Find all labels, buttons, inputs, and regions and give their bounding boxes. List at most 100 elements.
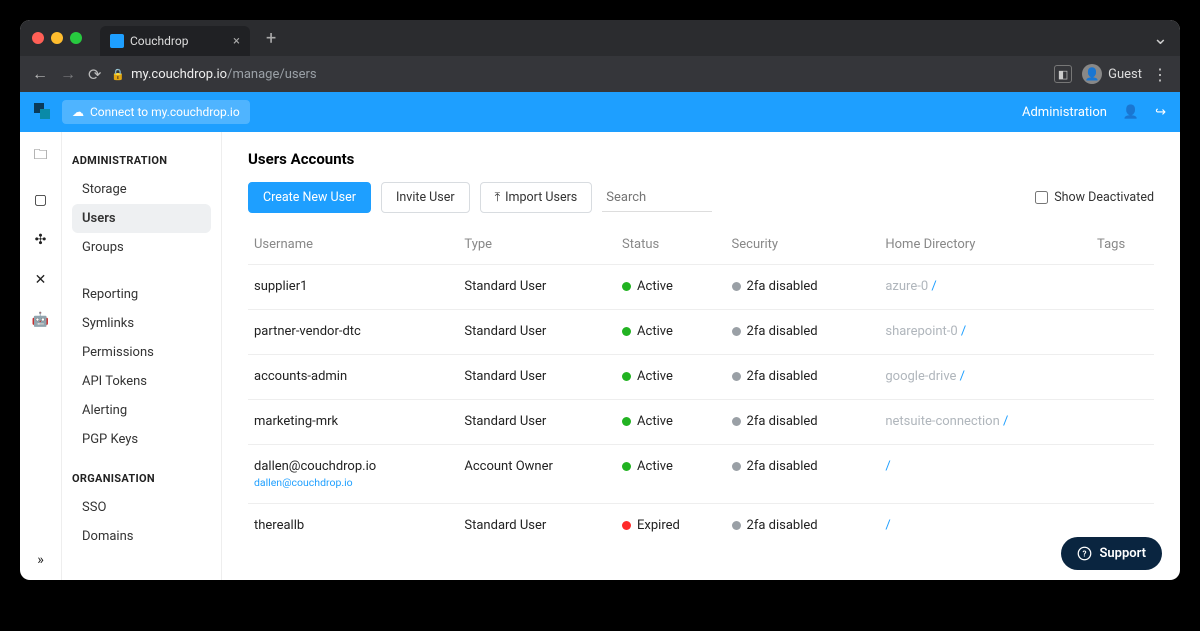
sidebar-item-storage[interactable]: Storage	[72, 175, 211, 204]
table-row[interactable]: partner-vendor-dtcStandard UserActive2fa…	[248, 310, 1154, 355]
minimize-window-button[interactable]	[51, 32, 63, 44]
cell-home-directory: netsuite-connection /	[879, 400, 1091, 445]
cell-security: 2fa disabled	[726, 445, 880, 504]
table-row[interactable]: dallen@couchdrop.iodallen@couchdrop.ioAc…	[248, 445, 1154, 504]
back-button[interactable]: ←	[32, 64, 48, 84]
cell-tags	[1091, 445, 1154, 504]
new-tab-button[interactable]: +	[266, 28, 276, 49]
browser-tab[interactable]: Couchdrop ×	[100, 26, 250, 56]
cell-home-directory: /	[879, 504, 1091, 549]
cell-status: Active	[616, 265, 725, 310]
app-content: 🗀 ▢ ✣ ✕ 🤖 » ADMINISTRATION StorageUsersG…	[20, 132, 1180, 580]
cell-type: Account Owner	[458, 445, 616, 504]
column-header: Type	[458, 229, 616, 265]
cell-security: 2fa disabled	[726, 265, 880, 310]
favicon-icon	[110, 34, 124, 48]
cell-status: Active	[616, 355, 725, 400]
rail-expand-icon[interactable]: »	[37, 552, 44, 568]
table-row[interactable]: supplier1Standard UserActive2fa disabled…	[248, 265, 1154, 310]
status-dot-icon	[622, 417, 631, 426]
administration-link[interactable]: Administration	[1022, 105, 1107, 120]
show-deactivated-toggle[interactable]: Show Deactivated	[1035, 190, 1154, 205]
create-user-button[interactable]: Create New User	[248, 182, 371, 213]
column-header: Tags	[1091, 229, 1154, 265]
search-input[interactable]	[602, 184, 712, 212]
cell-status: Active	[616, 445, 725, 504]
main-panel: Users Accounts Create New User Invite Us…	[222, 132, 1180, 580]
app-logo-icon	[34, 103, 52, 121]
sidebar-item-symlinks[interactable]: Symlinks	[72, 309, 211, 338]
rail-random-icon[interactable]: ✕	[35, 272, 47, 288]
security-dot-icon	[732, 521, 741, 530]
table-row[interactable]: marketing-mrkStandard UserActive2fa disa…	[248, 400, 1154, 445]
cell-security: 2fa disabled	[726, 400, 880, 445]
connect-button[interactable]: ☁ Connect to my.couchdrop.io	[62, 100, 250, 124]
sidebar-item-pgp-keys[interactable]: PGP Keys	[72, 425, 211, 454]
nav-heading-administration: ADMINISTRATION	[72, 154, 211, 167]
sidebar-item-api-tokens[interactable]: API Tokens	[72, 367, 211, 396]
status-dot-icon	[622, 282, 631, 291]
rail-inbox-icon[interactable]: ▢	[34, 192, 47, 208]
url-text: my.couchdrop.io/manage/users	[131, 67, 317, 82]
maximize-window-button[interactable]	[70, 32, 82, 44]
support-button[interactable]: ? Support	[1061, 537, 1162, 570]
status-dot-icon	[622, 327, 631, 336]
close-tab-icon[interactable]: ×	[233, 34, 240, 49]
reload-button[interactable]: ⟳	[88, 65, 101, 84]
sidebar-item-reporting[interactable]: Reporting	[72, 280, 211, 309]
page-title: Users Accounts	[248, 150, 1154, 168]
svg-text:?: ?	[1083, 549, 1087, 559]
browser-menu-button[interactable]: ⋮	[1152, 65, 1168, 84]
sidebar-item-alerting[interactable]: Alerting	[72, 396, 211, 425]
rail-share-icon[interactable]: ✣	[35, 232, 47, 248]
table-row[interactable]: accounts-adminStandard UserActive2fa dis…	[248, 355, 1154, 400]
avatar-icon: 👤	[1082, 64, 1102, 84]
icon-rail: 🗀 ▢ ✣ ✕ 🤖 »	[20, 132, 62, 580]
cell-tags	[1091, 400, 1154, 445]
cell-username: dallen@couchdrop.iodallen@couchdrop.io	[248, 445, 458, 504]
import-users-label: Import Users	[505, 190, 577, 205]
column-header: Username	[248, 229, 458, 265]
close-window-button[interactable]	[32, 32, 44, 44]
security-dot-icon	[732, 372, 741, 381]
cell-username: accounts-admin	[248, 355, 458, 400]
address-bar[interactable]: 🔒 my.couchdrop.io/manage/users	[111, 67, 1044, 82]
import-users-button[interactable]: ⤒ Import Users	[480, 182, 593, 213]
cell-type: Standard User	[458, 400, 616, 445]
sidebar-item-permissions[interactable]: Permissions	[72, 338, 211, 367]
logout-icon[interactable]: ↪	[1155, 105, 1166, 120]
support-label: Support	[1099, 546, 1146, 561]
cell-home-directory: azure-0 /	[879, 265, 1091, 310]
cell-security: 2fa disabled	[726, 310, 880, 355]
app-header: ☁ Connect to my.couchdrop.io Administrat…	[20, 92, 1180, 132]
show-deactivated-checkbox[interactable]	[1035, 191, 1048, 204]
cell-tags	[1091, 265, 1154, 310]
profile-chip[interactable]: 👤 Guest	[1082, 64, 1142, 84]
invite-user-button[interactable]: Invite User	[381, 182, 470, 213]
window-controls	[32, 32, 82, 44]
extensions-icon[interactable]: ◧	[1054, 65, 1072, 83]
sidebar-item-domains[interactable]: Domains	[72, 522, 211, 551]
cell-status: Active	[616, 400, 725, 445]
table-row[interactable]: thereallbStandard UserExpired2fa disable…	[248, 504, 1154, 549]
cell-type: Standard User	[458, 310, 616, 355]
status-dot-icon	[622, 372, 631, 381]
cell-type: Standard User	[458, 504, 616, 549]
tabs-dropdown-icon[interactable]: ⌄	[1153, 28, 1168, 49]
cell-username: supplier1	[248, 265, 458, 310]
side-navigation: ADMINISTRATION StorageUsersGroups Report…	[62, 132, 222, 580]
sidebar-item-users[interactable]: Users	[72, 204, 211, 233]
cloud-icon: ☁	[72, 105, 84, 119]
rail-bot-icon[interactable]: 🤖	[32, 312, 49, 328]
cell-home-directory: sharepoint-0 /	[879, 310, 1091, 355]
security-dot-icon	[732, 282, 741, 291]
sidebar-item-groups[interactable]: Groups	[72, 233, 211, 262]
upload-icon: ⤒	[495, 190, 501, 205]
sidebar-item-sso[interactable]: SSO	[72, 493, 211, 522]
cell-status: Active	[616, 310, 725, 355]
account-icon[interactable]: 👤	[1123, 105, 1139, 120]
rail-files-icon[interactable]: 🗀	[34, 144, 48, 168]
profile-label: Guest	[1108, 67, 1142, 82]
forward-button[interactable]: →	[60, 64, 76, 84]
tab-title: Couchdrop	[130, 34, 188, 48]
